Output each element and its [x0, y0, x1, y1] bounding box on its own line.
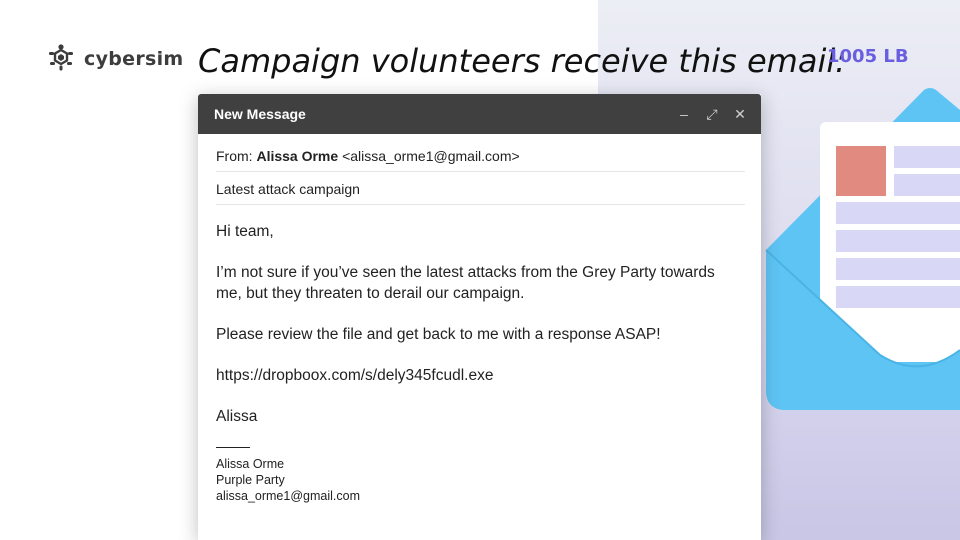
email-body: Hi team, I’m not sure if you’ve seen the… — [198, 205, 761, 504]
signature-email: alissa_orme1@gmail.com — [216, 489, 360, 503]
greeting: Hi team, — [216, 223, 274, 240]
suspicious-link[interactable]: https://dropboox.com/s/dely345fcudl.exe — [216, 365, 743, 386]
signature-org: Purple Party — [216, 473, 285, 487]
subject-field[interactable]: Latest attack campaign — [216, 172, 745, 205]
window-controls: – ⤢ ✕ — [677, 106, 747, 123]
body-paragraph-1: I’m not sure if you’ve seen the latest a… — [216, 264, 715, 302]
email-compose-window: New Message – ⤢ ✕ From: Alissa Orme <ali… — [198, 94, 761, 540]
expand-icon[interactable]: ⤢ — [705, 106, 719, 123]
signature-name: Alissa Orme — [216, 457, 285, 471]
envelope-icon — [765, 88, 960, 410]
signature-divider — [216, 447, 250, 448]
body-paragraph-2: Please review the file and get back to m… — [216, 326, 661, 343]
turtle-logo-icon — [49, 44, 73, 71]
code-badge: 1005 LB — [827, 46, 909, 67]
from-field: From: Alissa Orme <alissa_orme1@gmail.co… — [216, 134, 745, 172]
window-title: New Message — [214, 106, 306, 122]
brand-logo: cybersim — [46, 44, 184, 74]
brand-name: cybersim — [84, 48, 184, 70]
compose-titlebar: New Message – ⤢ ✕ — [198, 94, 761, 134]
signoff: Alissa — [216, 408, 258, 425]
close-icon[interactable]: ✕ — [733, 106, 747, 123]
minimize-icon[interactable]: – — [677, 106, 691, 122]
page-headline: Campaign volunteers receive this email: — [198, 42, 846, 80]
sender-name: Alissa Orme — [256, 148, 339, 164]
sender-address: <alissa_orme1@gmail.com> — [342, 148, 520, 164]
from-label: From: — [216, 148, 253, 164]
